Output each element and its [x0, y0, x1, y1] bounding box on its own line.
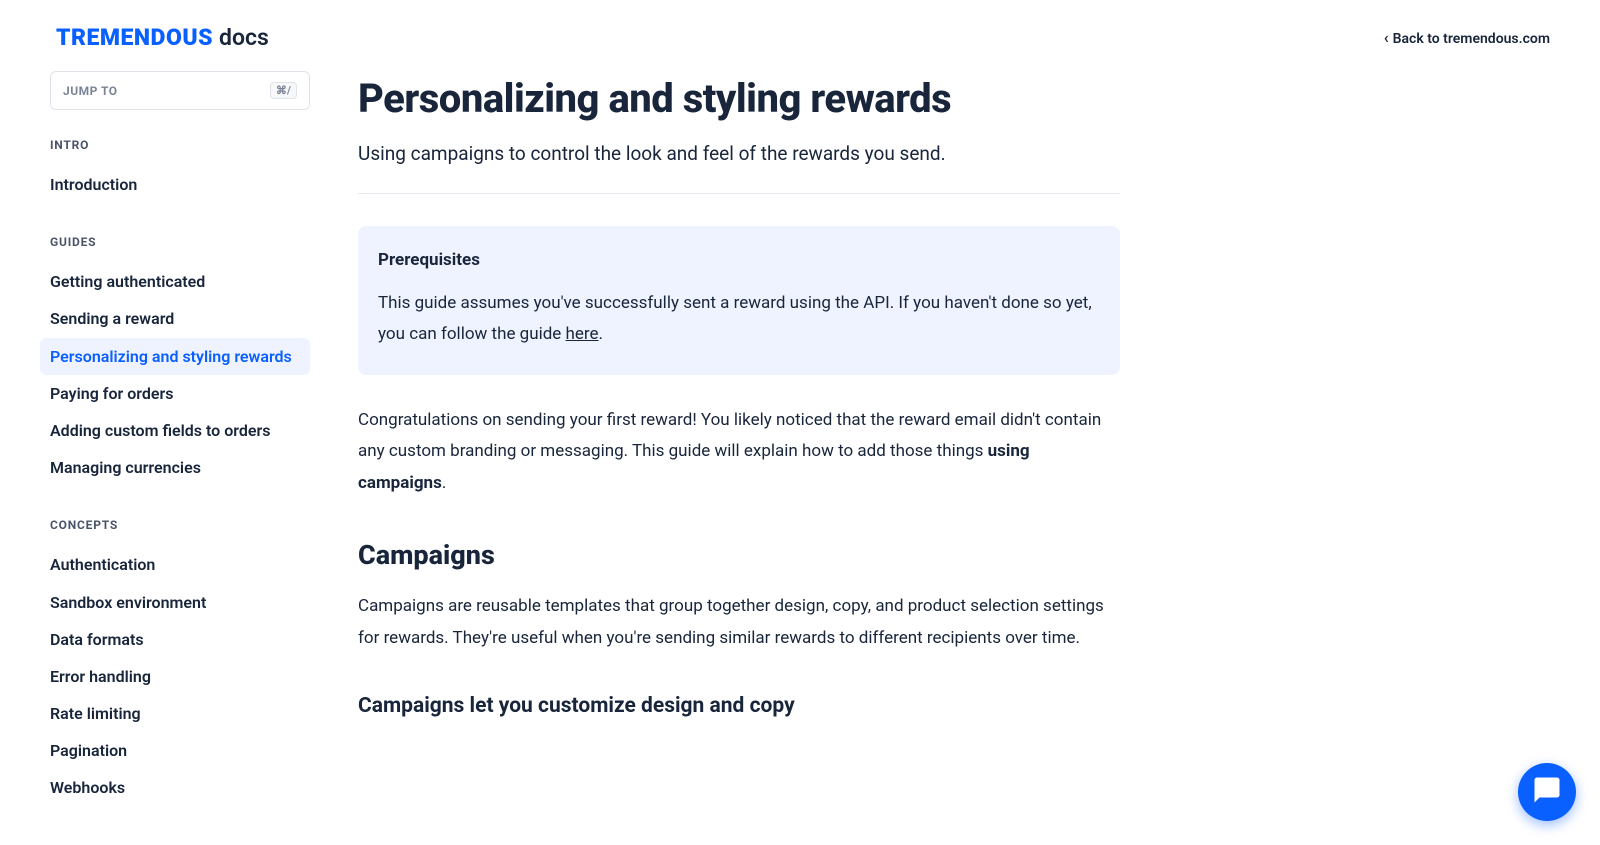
logo-brand: TREMENDOUS [56, 24, 213, 51]
nav-item-introduction[interactable]: Introduction [40, 166, 310, 203]
logo-docs: docs [219, 24, 269, 51]
prerequisites-callout: Prerequisites This guide assumes you've … [358, 226, 1120, 375]
nav-section-title: GUIDES [50, 235, 310, 249]
nav-item-data-formats[interactable]: Data formats [40, 621, 310, 658]
divider [358, 193, 1120, 194]
header: TREMENDOUS docs Back to tremendous.com [0, 0, 1600, 71]
jump-to-search[interactable]: JUMP TO ⌘/ [50, 71, 310, 110]
intro-paragraph: Congratulations on sending your first re… [358, 405, 1120, 499]
main-content: Personalizing and styling rewards Using … [330, 71, 1120, 839]
page-subtitle: Using campaigns to control the look and … [358, 142, 1120, 165]
nav-item-webhooks[interactable]: Webhooks [40, 769, 310, 806]
campaigns-heading: Campaigns [358, 539, 1120, 571]
nav-section-title: INTRO [50, 138, 310, 152]
campaigns-text: Campaigns are reusable templates that gr… [358, 591, 1120, 654]
back-link[interactable]: Back to tremendous.com [1384, 28, 1550, 47]
callout-text: This guide assumes you've successfully s… [378, 288, 1100, 351]
nav-item-sending-reward[interactable]: Sending a reward [40, 300, 310, 337]
nav-item-rate-limiting[interactable]: Rate limiting [40, 695, 310, 732]
callout-text-after: . [599, 324, 603, 344]
nav-item-sandbox[interactable]: Sandbox environment [40, 584, 310, 621]
nav-item-paying-orders[interactable]: Paying for orders [40, 375, 310, 412]
nav-section-concepts: CONCEPTS Authentication Sandbox environm… [50, 518, 310, 806]
intro-text-2: . [442, 473, 446, 493]
nav-item-authentication[interactable]: Authentication [40, 546, 310, 583]
callout-link-here[interactable]: here [566, 324, 599, 344]
jump-to-shortcut: ⌘/ [270, 82, 297, 99]
nav-item-custom-fields[interactable]: Adding custom fields to orders [40, 412, 310, 449]
nav-item-getting-authenticated[interactable]: Getting authenticated [40, 263, 310, 300]
sidebar: JUMP TO ⌘/ INTRO Introduction GUIDES Get… [50, 71, 330, 839]
callout-text-before: This guide assumes you've successfully s… [378, 293, 1092, 344]
nav-section-title: CONCEPTS [50, 518, 310, 532]
chat-icon [1532, 775, 1562, 809]
logo[interactable]: TREMENDOUS docs [56, 24, 269, 51]
nav-item-pagination[interactable]: Pagination [40, 732, 310, 769]
nav-item-error-handling[interactable]: Error handling [40, 658, 310, 695]
callout-title: Prerequisites [378, 250, 1100, 270]
chat-button[interactable] [1518, 763, 1576, 821]
customize-sub-heading: Campaigns let you customize design and c… [358, 694, 1120, 718]
page-title: Personalizing and styling rewards [358, 75, 1120, 122]
nav-item-managing-currencies[interactable]: Managing currencies [40, 449, 310, 486]
nav-item-personalizing-rewards[interactable]: Personalizing and styling rewards [40, 338, 310, 375]
nav-section-guides: GUIDES Getting authenticated Sending a r… [50, 235, 310, 486]
nav-section-intro: INTRO Introduction [50, 138, 310, 203]
jump-to-label: JUMP TO [63, 84, 118, 98]
